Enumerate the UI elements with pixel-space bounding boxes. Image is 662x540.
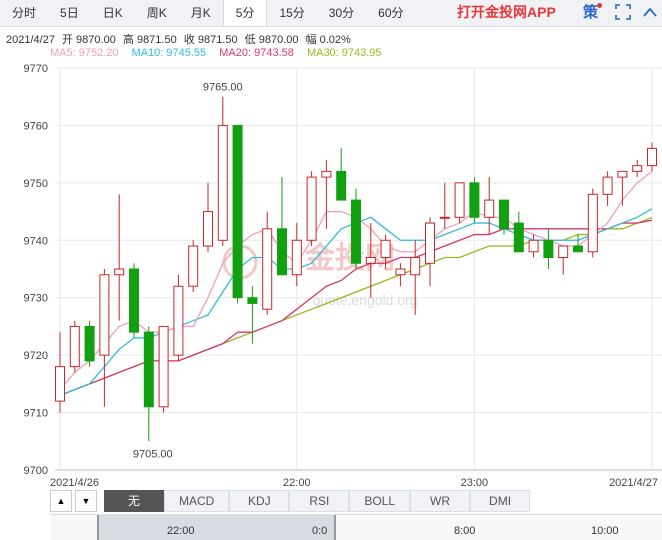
- candle-body: [380, 239, 391, 259]
- candle-body: [99, 274, 110, 356]
- candle-body: [277, 228, 287, 276]
- indicator-tab[interactable]: WR: [410, 490, 471, 512]
- candle-body: [336, 170, 347, 201]
- candle-body: [410, 257, 421, 276]
- candle-body: [203, 211, 213, 247]
- navigator-window[interactable]: [97, 515, 336, 540]
- candle-body: [232, 124, 243, 299]
- candle-body: [647, 147, 657, 167]
- indicator-tab[interactable]: 无: [104, 490, 164, 512]
- candle-body: [499, 199, 509, 230]
- y-tick-label: 9760: [24, 120, 48, 132]
- scroll-left-button[interactable]: ▲: [50, 490, 72, 512]
- x-tick-label: 22:00: [283, 477, 311, 489]
- candle-body: [55, 366, 65, 402]
- x-tick-label: 23:00: [461, 477, 489, 489]
- candle-body: [321, 170, 332, 178]
- indicator-tab[interactable]: KDJ: [229, 490, 290, 512]
- candle-body: [143, 331, 154, 408]
- y-tick-label: 9720: [24, 350, 48, 362]
- indicator-tab[interactable]: MACD: [164, 490, 230, 512]
- y-tick-label: 9750: [24, 178, 48, 190]
- time-navigator[interactable]: 22:00 0:0 8:00 10:00: [50, 514, 662, 540]
- y-tick-label: 9770: [24, 63, 48, 75]
- candle-body: [173, 285, 184, 356]
- navigator-label: 22:00: [167, 525, 195, 537]
- candle-body: [306, 176, 317, 241]
- candle-body: [543, 239, 554, 259]
- y-tick-label: 9740: [24, 235, 48, 247]
- candle-body: [425, 222, 435, 264]
- indicator-tabs: 无 MACD KDJ RSI BOLL WR DMI: [104, 490, 531, 512]
- candle-body: [217, 124, 228, 241]
- navigator-label: 0:0: [312, 525, 328, 537]
- candle-body: [262, 228, 273, 310]
- y-tick-label: 9700: [24, 465, 48, 477]
- y-tick-label: 9710: [24, 408, 48, 420]
- indicator-tab[interactable]: RSI: [289, 490, 350, 512]
- candle-body: [84, 325, 95, 362]
- candle-body: [188, 245, 199, 287]
- watermark-url: quote.engold.org: [312, 292, 417, 308]
- indicator-tab[interactable]: BOLL: [349, 490, 411, 512]
- candle-body: [247, 297, 258, 304]
- navigator-label: 8:00: [454, 525, 476, 537]
- indicator-tab[interactable]: DMI: [470, 490, 531, 512]
- candle-body: [632, 165, 643, 172]
- candle-body: [454, 182, 465, 218]
- candle-body: [69, 325, 80, 368]
- extreme-price-label: 9765.00: [203, 82, 243, 94]
- candle-body: [528, 239, 539, 253]
- extreme-price-label: 9705.00: [133, 448, 173, 460]
- candle-body: [395, 268, 406, 276]
- candle-body: [351, 199, 361, 264]
- candle-body: [602, 176, 613, 195]
- candle-body: [513, 222, 524, 253]
- x-tick-label: 2021/4/27: [609, 477, 658, 489]
- candle-body: [291, 239, 302, 276]
- candle-body: [573, 245, 583, 253]
- candle-body: [469, 182, 480, 218]
- indicator-bar: ▲ ▼ 无 MACD KDJ RSI BOLL WR DMI: [50, 490, 531, 512]
- y-tick-label: 9730: [24, 293, 48, 305]
- candle-body: [617, 170, 628, 178]
- x-tick-label: 2021/4/26: [50, 477, 99, 489]
- navigator-label: 10:00: [591, 525, 619, 537]
- candle-body: [158, 325, 169, 408]
- scroll-right-button[interactable]: ▼: [75, 490, 97, 512]
- candle-body: [587, 193, 598, 253]
- candle-body: [484, 199, 495, 218]
- candle-body: [558, 245, 569, 259]
- candle-body: [439, 216, 450, 219]
- candle-body: [365, 257, 376, 264]
- candle-body: [129, 268, 139, 333]
- candlestick-chart[interactable]: 9700 9710 9720 9730 9740 9750 9760 9770 2021/4/2…: [0, 0, 662, 490]
- candle-body: [114, 268, 125, 276]
